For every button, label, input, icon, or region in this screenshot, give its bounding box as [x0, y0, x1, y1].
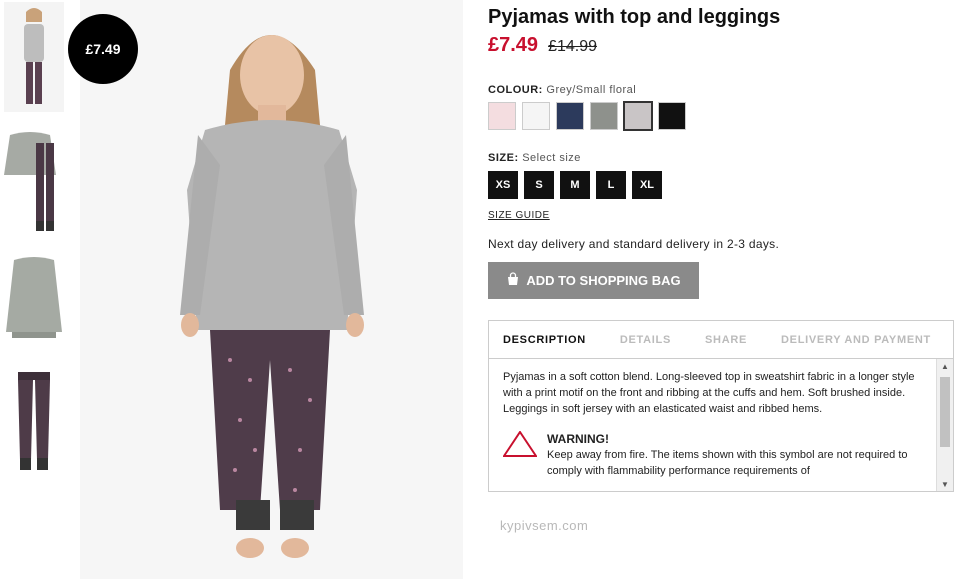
price-row: £7.49 £14.99	[488, 34, 597, 57]
colour-swatch[interactable]	[556, 102, 584, 130]
product-title: Pyjamas with top and leggings	[488, 6, 781, 28]
delivery-info: Next day delivery and standard delivery …	[488, 237, 780, 251]
colour-swatch[interactable]	[623, 101, 653, 131]
thumbnail-model[interactable]	[4, 2, 64, 112]
colour-value: Grey/Small floral	[546, 84, 637, 96]
warning-text: Keep away from fire. The items shown wit…	[547, 449, 908, 477]
colour-swatch[interactable]	[658, 102, 686, 130]
size-option-m[interactable]: M	[560, 171, 590, 199]
current-price: £7.49	[488, 34, 539, 56]
scrollbar-thumb[interactable]	[940, 377, 950, 447]
tab-delivery-and-payment[interactable]: DELIVERY AND PAYMENT	[781, 334, 931, 346]
size-label: SIZE:	[488, 152, 519, 164]
size-option-xl[interactable]: XL	[632, 171, 662, 199]
description-text: Pyjamas in a soft cotton blend. Long-sle…	[503, 371, 915, 415]
size-guide-link[interactable]: SIZE GUIDE	[488, 210, 550, 221]
colour-label-row: COLOUR: Grey/Small floral	[488, 84, 636, 96]
colour-swatches	[488, 101, 686, 131]
details-tabs: DESCRIPTION DETAILS SHARE DELIVERY AND PAYM…	[489, 321, 953, 359]
colour-swatch[interactable]	[522, 102, 550, 130]
size-value: Select size	[522, 152, 581, 164]
product-details-panel: DESCRIPTION DETAILS SHARE DELIVERY AND PAYM…	[488, 320, 954, 492]
chevron-down-icon[interactable]: ▼	[937, 477, 953, 491]
thumbnail-leggings[interactable]	[4, 368, 64, 472]
tab-description[interactable]: DESCRIPTION	[503, 334, 586, 346]
price-badge: £7.49	[68, 14, 138, 84]
thumbnail-gallery	[0, 0, 70, 579]
size-option-xs[interactable]: XS	[488, 171, 518, 199]
description-scrollbar[interactable]: ▲ ▼	[936, 359, 953, 491]
colour-swatch[interactable]	[590, 102, 618, 130]
tab-details[interactable]: DETAILS	[620, 334, 671, 346]
watermark: kypivsem.com	[500, 518, 589, 533]
warning-block: WARNING! Keep away from fire. The items …	[502, 430, 923, 479]
colour-swatch[interactable]	[488, 102, 516, 130]
shopping-bag-icon	[506, 272, 520, 289]
tab-share[interactable]: SHARE	[705, 334, 747, 346]
add-to-bag-label: ADD TO SHOPPING BAG	[526, 273, 681, 288]
thumbnail-top[interactable]	[4, 252, 64, 344]
description-content: Pyjamas in a soft cotton blend. Long-sle…	[489, 359, 937, 491]
add-to-bag-button[interactable]: ADD TO SHOPPING BAG	[488, 262, 699, 299]
keep-away-from-fire-icon	[502, 430, 538, 479]
main-product-image[interactable]	[80, 0, 463, 579]
colour-label: COLOUR:	[488, 84, 543, 96]
warning-title: WARNING!	[547, 432, 609, 446]
original-price: £14.99	[548, 38, 597, 55]
size-option-l[interactable]: L	[596, 171, 626, 199]
size-label-row: SIZE: Select size	[488, 152, 581, 164]
chevron-up-icon[interactable]: ▲	[937, 359, 953, 373]
thumbnail-flat-set[interactable]	[4, 125, 64, 233]
size-options: XS S M L XL	[488, 171, 662, 199]
size-option-s[interactable]: S	[524, 171, 554, 199]
